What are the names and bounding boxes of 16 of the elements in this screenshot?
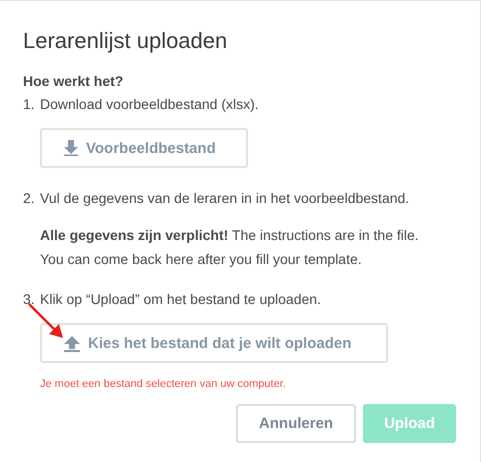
step-number: 1. — [23, 95, 36, 114]
step-text: Vul de gegevens van de leraren in in het voorbeeldbestand. — [40, 189, 410, 208]
note-text: Alle gegevens zijn verplicht! The instructions are in the file. You can come back here after you fill your template. — [40, 226, 420, 269]
error-message: Je moet een bestand selecteren van uw computer. — [40, 378, 287, 390]
dialog-title: Lerarenlijst uploaden — [23, 28, 228, 54]
step-number: 2. — [23, 189, 36, 208]
upload-icon — [64, 334, 80, 352]
file-upload-button[interactable]: Kies het bestand dat je wilt oploaden — [40, 323, 388, 363]
step-number: 3. — [23, 290, 36, 309]
annotation-arrow — [27, 303, 65, 341]
step-text: Klik op “Upload” om het bestand te uploaden. — [40, 290, 322, 309]
section-heading: Hoe werkt het? — [23, 73, 124, 89]
cancel-button[interactable]: Annuleren — [236, 404, 356, 443]
step-text: Download voorbeeldbestand (xlsx). — [40, 95, 260, 114]
download-button[interactable]: Voorbeeldbestand — [40, 128, 248, 168]
download-icon — [64, 140, 78, 156]
